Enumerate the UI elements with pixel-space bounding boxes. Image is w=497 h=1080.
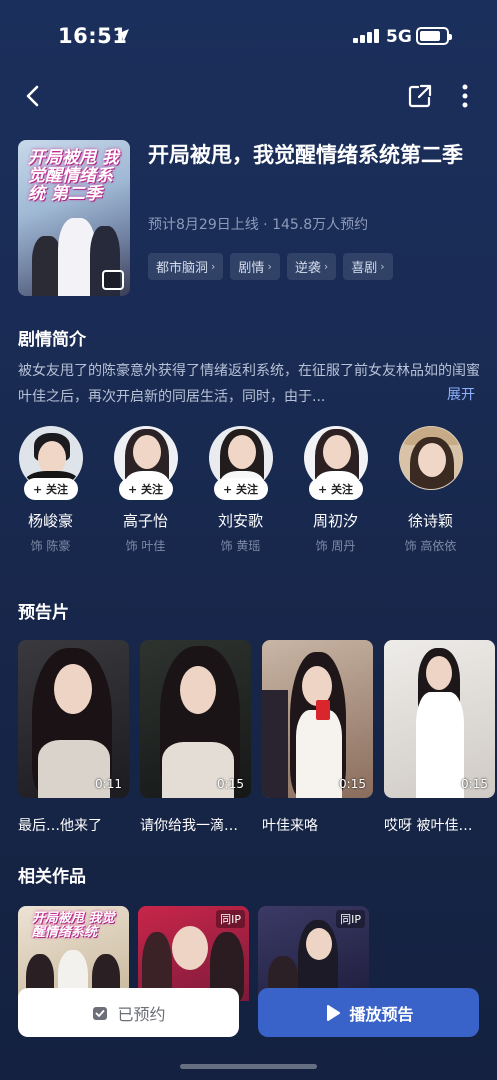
cast-name: 高子怡: [122, 512, 168, 530]
genre-tags: 都市脑洞 › 剧情 › 逆袭 › 喜剧 ›: [148, 253, 393, 280]
gallery-icon: [102, 270, 124, 290]
synopsis-heading: 剧情简介: [18, 330, 86, 350]
tag-drama[interactable]: 剧情 ›: [230, 253, 280, 280]
cast-list: + 关注 杨峻豪 饰 陈豪 + 关注 高子怡 饰 叶佳 + 关注 刘安歌 饰 黄…: [18, 426, 463, 554]
same-ip-badge: 同IP: [216, 910, 245, 928]
cast-name: 刘安歌: [217, 512, 263, 530]
follow-button[interactable]: + 关注: [308, 478, 363, 500]
cast-item[interactable]: + 关注 高子怡 饰 叶佳: [113, 426, 178, 554]
status-bar: 16:51 5G: [0, 0, 497, 74]
red-envelope-icon: [316, 700, 330, 720]
poster-title: 开局被甩 我觉醒情绪系统 第二季: [28, 148, 119, 204]
cast-role: 饰 周丹: [315, 539, 356, 553]
follow-button[interactable]: + 关注: [23, 478, 78, 500]
synopsis-text: 被女友甩了的陈豪意外获得了情绪返利系统，在征服了前女友林品如的闺蜜叶佳之后，再次…: [18, 363, 480, 405]
booked-button[interactable]: 已预约: [18, 988, 239, 1037]
show-title: 开局被甩，我觉醒情绪系统第二季: [148, 143, 463, 167]
play-trailer-button[interactable]: 播放预告: [258, 988, 479, 1037]
trailer-thumbnail: 0:15: [262, 640, 373, 798]
trailer-duration: 0:15: [461, 777, 488, 791]
trailer-duration: 0:15: [217, 777, 244, 791]
related-heading: 相关作品: [18, 867, 86, 887]
cast-name: 徐诗颖: [407, 512, 453, 530]
calendar-check-icon: [93, 1006, 108, 1020]
release-info: 预计8月29日上线 · 145.8万人预约: [148, 217, 369, 233]
expand-link[interactable]: 展开: [447, 384, 475, 404]
trailer-item[interactable]: 0:15 哎呀 被叶佳…: [384, 640, 495, 835]
follow-button[interactable]: + 关注: [213, 478, 268, 500]
trailer-item[interactable]: 0:15 请你给我一滴…: [140, 640, 251, 835]
signal-icon: [353, 29, 379, 43]
cast-name: 周初汐: [312, 512, 358, 530]
trailer-duration: 0:15: [339, 777, 366, 791]
cast-item[interactable]: + 关注 刘安歌 饰 黄瑶: [208, 426, 273, 554]
trailer-thumbnail: 0:15: [140, 640, 251, 798]
battery-level: [420, 31, 440, 41]
related-item[interactable]: 同IP: [258, 906, 369, 1001]
chevron-right-icon: ›: [380, 260, 385, 273]
show-poster[interactable]: 开局被甩 我觉醒情绪系统 第二季: [18, 140, 130, 296]
cast-item[interactable]: 徐诗颖 饰 高依依: [398, 426, 463, 554]
related-poster-title: 开局被甩 我觉醒情绪系统: [32, 911, 115, 941]
cast-item[interactable]: + 关注 周初汐 饰 周丹: [303, 426, 368, 554]
follow-button[interactable]: + 关注: [118, 478, 173, 500]
trailer-title: 最后…他来了: [18, 818, 102, 834]
cast-role: 饰 叶佳: [125, 539, 166, 553]
tag-comeback[interactable]: 逆袭 ›: [286, 253, 337, 280]
back-arrow-icon[interactable]: [20, 82, 48, 110]
cast-item[interactable]: + 关注 杨峻豪 饰 陈豪: [18, 426, 83, 554]
network-type: 5G: [386, 27, 412, 47]
trailer-title: 哎呀 被叶佳…: [384, 818, 473, 834]
cast-role: 饰 陈豪: [30, 539, 71, 553]
home-indicator[interactable]: [180, 1064, 317, 1069]
related-item[interactable]: 开局被甩 我觉醒情绪系统: [18, 906, 129, 1001]
trailer-thumbnail: 0:11: [18, 640, 129, 798]
chevron-right-icon: ›: [211, 260, 216, 273]
booked-label: 已预约: [117, 1004, 166, 1024]
cast-role: 饰 黄瑶: [220, 539, 261, 553]
tag-urban-fantasy[interactable]: 都市脑洞 ›: [148, 253, 224, 280]
play-trailer-label: 播放预告: [349, 1004, 414, 1024]
trailer-duration: 0:11: [95, 777, 122, 791]
more-options-icon[interactable]: [455, 83, 475, 109]
same-ip-badge: 同IP: [336, 910, 365, 928]
location-arrow-icon: [115, 29, 129, 43]
related-item[interactable]: 同IP: [138, 906, 249, 1001]
related-list: 开局被甩 我觉醒情绪系统 同IP 同IP: [18, 906, 369, 1001]
trailer-list: 0:11 最后…他来了 0:15 请你给我一滴… 0:15 叶佳来咯 0:15: [18, 640, 495, 835]
trailers-heading: 预告片: [18, 603, 69, 623]
trailer-thumbnail: 0:15: [384, 640, 495, 798]
trailer-title: 叶佳来咯: [262, 818, 318, 834]
avatar: [398, 426, 463, 490]
trailer-title: 请你给我一滴…: [140, 818, 238, 834]
play-icon: [327, 1004, 341, 1021]
chevron-right-icon: ›: [323, 260, 329, 273]
cast-role: 饰 高依依: [404, 539, 457, 553]
trailer-item[interactable]: 0:15 叶佳来咯: [262, 640, 373, 835]
battery-icon: [416, 27, 452, 45]
cast-name: 杨峻豪: [27, 512, 73, 530]
trailer-item[interactable]: 0:11 最后…他来了: [18, 640, 129, 835]
share-icon[interactable]: [407, 83, 433, 109]
chevron-right-icon: ›: [267, 260, 272, 273]
tag-comedy[interactable]: 喜剧 ›: [343, 253, 393, 280]
